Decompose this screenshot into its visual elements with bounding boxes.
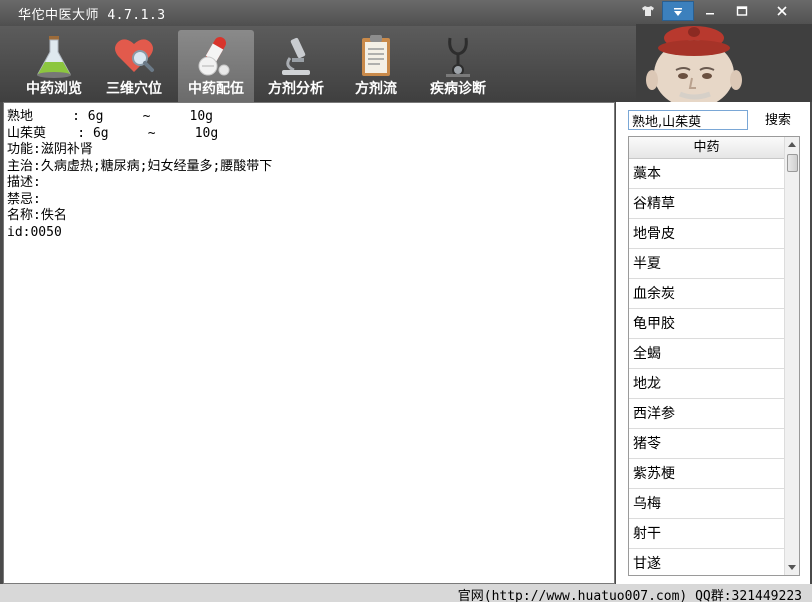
menu-button[interactable] [662, 1, 694, 21]
herb-list: 中药 藁本 谷精草 地骨皮 半夏 血余炭 龟甲胶 全蝎 地龙 西洋参 猪苓 紫苏… [628, 136, 800, 576]
close-icon [777, 6, 787, 16]
app-title: 华佗中医大师 4.7.1.3 [18, 8, 166, 23]
tab-formula-analysis[interactable]: 方剂分析 [258, 30, 334, 102]
skin-button[interactable] [638, 1, 658, 21]
list-item[interactable]: 地龙 [629, 369, 784, 399]
list-item[interactable]: 西洋参 [629, 399, 784, 429]
heart-magnifier-icon [115, 39, 154, 72]
status-text: 官网(http://www.huatuo007.com) QQ群:3214492… [457, 589, 802, 602]
detail-line-id: id:0050 [7, 224, 62, 240]
list-item[interactable]: 甘遂 [629, 549, 784, 575]
tshirt-icon [642, 6, 654, 16]
list-body: 藁本 谷精草 地骨皮 半夏 血余炭 龟甲胶 全蝎 地龙 西洋参 猪苓 紫苏梗 乌… [629, 159, 784, 575]
detail-line-indication: 主治:久病虚热;糖尿病;妇女经量多;腰酸带下 [7, 158, 273, 174]
stethoscope-icon [446, 37, 470, 77]
tab-label: 方剂分析 [268, 81, 324, 97]
detail-line-herb-2: 山茱萸 : 6g ~ 10g [7, 125, 219, 141]
tab-formula-flow[interactable]: 方剂流 [338, 30, 414, 102]
tab-herb-compatibility[interactable]: 中药配伍 [178, 30, 254, 102]
list-column-header[interactable]: 中药 [629, 137, 784, 159]
scrollbar-thumb[interactable] [787, 154, 798, 172]
list-item[interactable]: 谷精草 [629, 189, 784, 219]
detail-line-contraindication: 禁忌: [7, 191, 41, 207]
arrow-up-icon [788, 142, 796, 147]
list-item[interactable]: 龟甲胶 [629, 309, 784, 339]
herb-detail-textarea[interactable]: 熟地 : 6g ~ 10g 山茱萸 : 6g ~ 10g 功能:滋阴补肾 主治:… [3, 102, 615, 584]
detail-line-function: 功能:滋阴补肾 [7, 142, 93, 157]
tab-label: 方剂流 [355, 81, 397, 97]
list-item[interactable]: 地骨皮 [629, 219, 784, 249]
title-bar: 华佗中医大师 4.7.1.3 [0, 0, 812, 26]
dropdown-menu-icon [674, 8, 682, 16]
detail-line-herb-1: 熟地 : 6g ~ 10g [7, 109, 214, 124]
list-item[interactable]: 射干 [629, 519, 784, 549]
close-button[interactable] [764, 1, 800, 21]
flask-icon [37, 36, 71, 78]
tab-label: 中药配伍 [188, 81, 244, 97]
scroll-up-button[interactable] [785, 137, 799, 153]
list-scrollbar[interactable] [784, 137, 799, 575]
microscope-icon [282, 37, 310, 75]
list-item[interactable]: 藁本 [629, 159, 784, 189]
search-input[interactable] [628, 110, 748, 130]
scroll-down-button[interactable] [785, 559, 799, 575]
tab-3d-acupoint[interactable]: 三维穴位 [96, 30, 172, 102]
clipboard-icon [362, 35, 390, 76]
tab-herb-browse[interactable]: 中药浏览 [16, 30, 92, 102]
tab-label: 疾病诊断 [430, 81, 486, 97]
tab-label: 中药浏览 [26, 81, 82, 97]
tab-disease-diagnosis[interactable]: 疾病诊断 [420, 30, 496, 102]
tab-label: 三维穴位 [106, 81, 162, 97]
list-item[interactable]: 紫苏梗 [629, 459, 784, 489]
minimize-button[interactable] [694, 1, 726, 21]
list-item[interactable]: 全蝎 [629, 339, 784, 369]
maximize-icon [736, 6, 748, 16]
list-item[interactable]: 乌梅 [629, 489, 784, 519]
list-item[interactable]: 半夏 [629, 249, 784, 279]
detail-line-description: 描述: [7, 175, 41, 190]
detail-line-name: 名称:佚名 [7, 208, 67, 223]
minimize-icon [706, 13, 714, 15]
list-item[interactable]: 血余炭 [629, 279, 784, 309]
arrow-down-icon [788, 565, 796, 570]
list-item[interactable]: 猪苓 [629, 429, 784, 459]
herb-search-panel: 搜索 中药 藁本 谷精草 地骨皮 半夏 血余炭 龟甲胶 全蝎 地龙 西洋参 猪苓… [616, 102, 810, 584]
mascot-portrait [636, 24, 812, 102]
pills-icon [198, 37, 230, 76]
maximize-button[interactable] [726, 1, 758, 21]
search-button[interactable]: 搜索 [756, 110, 800, 132]
status-bar: 官网(http://www.huatuo007.com) QQ群:3214492… [0, 584, 812, 602]
